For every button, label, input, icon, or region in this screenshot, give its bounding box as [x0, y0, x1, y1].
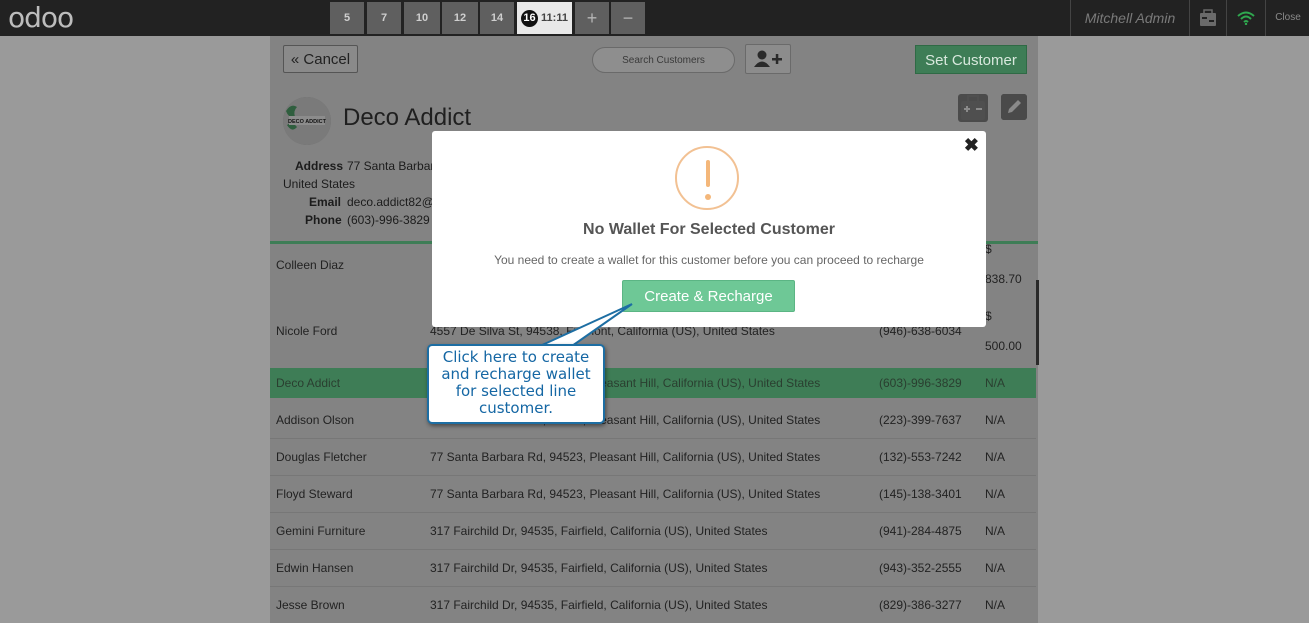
top-bar: odoo 5 7 10 12 14 16 11:11 + − Mitchell A…	[0, 0, 1309, 36]
order-tab-5[interactable]: 5	[330, 2, 364, 34]
row-divider	[270, 438, 1036, 439]
table-row[interactable]: Addison Olson 77 Santa Barbara Rd, 94523…	[270, 405, 1036, 435]
balance-currency: $	[985, 242, 992, 256]
cancel-label: Cancel	[303, 51, 351, 68]
create-recharge-button[interactable]: Create & Recharge	[622, 280, 795, 312]
customer-name: Edwin Hansen	[276, 561, 354, 575]
briefcase-icon[interactable]	[958, 94, 988, 122]
remove-order-button[interactable]: −	[611, 2, 645, 34]
customer-phone: (941)-284-4875	[879, 524, 962, 538]
email-label: Email	[309, 195, 342, 209]
email-value: deco.addict82@	[347, 195, 434, 209]
tooltip-callout: Click here to create and recharge wallet…	[427, 344, 605, 424]
phone-label: Phone	[305, 213, 342, 227]
table-row[interactable]: Jesse Brown 317 Fairchild Dr, 94535, Fai…	[270, 590, 1036, 620]
customer-balance: N/A	[985, 450, 1006, 464]
customer-balance: N/A	[985, 487, 1006, 501]
dialog-message: You need to create a wallet for this cus…	[494, 253, 924, 267]
row-divider	[270, 475, 1036, 476]
customer-phone: (603)-996-3829	[879, 376, 962, 390]
customer-name: Addison Olson	[276, 413, 355, 427]
customer-balance: N/A	[985, 413, 1006, 427]
order-tab-10[interactable]: 10	[404, 2, 440, 34]
dialog-title: No Wallet For Selected Customer	[583, 221, 835, 238]
customer-avatar: DECO ADDICT	[283, 97, 331, 145]
customer-detail-name: Deco Addict	[343, 104, 472, 131]
phone-value: (603)-996-3829	[347, 213, 430, 227]
table-row[interactable]: Douglas Fletcher 77 Santa Barbara Rd, 94…	[270, 442, 1036, 472]
customer-name: Nicole Ford	[276, 324, 338, 338]
address-value: 77 Santa Barbar	[347, 159, 435, 173]
order-tab-12[interactable]: 12	[442, 2, 478, 34]
add-customer-button[interactable]	[745, 44, 791, 74]
customer-address: 77 Santa Barbara Rd, 94523, Pleasant Hil…	[430, 450, 821, 464]
customer-name: Floyd Steward	[276, 487, 353, 501]
customer-balance: N/A	[985, 561, 1006, 575]
customer-balance: N/A	[985, 376, 1006, 390]
row-divider	[270, 549, 1036, 550]
customer-phone: (145)-138-3401	[879, 487, 962, 501]
balance-currency: $	[985, 309, 992, 323]
customer-balance: N/A	[985, 598, 1006, 612]
cancel-button[interactable]: « Cancel	[283, 45, 358, 73]
customer-phone: (829)-386-3277	[879, 598, 962, 612]
order-tab-14[interactable]: 14	[480, 2, 514, 34]
table-row[interactable]: Edwin Hansen 317 Fairchild Dr, 94535, Fa…	[270, 553, 1036, 583]
customer-name: Gemini Furniture	[276, 524, 366, 538]
table-row-selected[interactable]: Deco Addict 77 Santa Barbara Rd, 94523, …	[270, 368, 1036, 398]
customer-phone: (943)-352-2555	[879, 561, 962, 575]
list-scrollbar[interactable]	[1036, 280, 1039, 365]
table-row[interactable]: Gemini Furniture 317 Fairchild Dr, 94535…	[270, 516, 1036, 546]
user-name: Mitchell Admin	[1070, 0, 1189, 36]
row-divider	[270, 586, 1036, 587]
add-order-button[interactable]: +	[575, 2, 609, 34]
customer-address: 317 Fairchild Dr, 94535, Fairfield, Cali…	[430, 524, 768, 538]
order-tab-7[interactable]: 7	[367, 2, 401, 34]
customer-address: 317 Fairchild Dr, 94535, Fairfield, Cali…	[430, 561, 768, 575]
customer-name: Douglas Fletcher	[276, 450, 367, 464]
customer-phone: (132)-553-7242	[879, 450, 962, 464]
customer-phone: (223)-399-7637	[879, 413, 962, 427]
set-customer-button[interactable]: Set Customer	[915, 45, 1027, 74]
edit-pencil-icon[interactable]	[1001, 94, 1027, 120]
wifi-icon	[1226, 0, 1265, 36]
customer-name: Colleen Diaz	[276, 258, 345, 272]
customer-balance: 500.00	[985, 339, 1022, 353]
order-time: 11:11	[541, 12, 568, 24]
warning-icon	[675, 146, 739, 210]
customer-balance: 838.70	[985, 272, 1022, 286]
row-divider	[270, 512, 1036, 513]
table-row[interactable]: Floyd Steward 77 Santa Barbara Rd, 94523…	[270, 479, 1036, 509]
close-icon[interactable]: ✖	[964, 135, 979, 156]
order-number-badge: 16	[521, 10, 539, 27]
deco-addict-logo-text: DECO ADDICT	[288, 119, 327, 125]
search-customers-input[interactable]: Search Customers	[592, 47, 735, 73]
customer-balance: N/A	[985, 524, 1006, 538]
double-chevron-left-icon: «	[290, 51, 300, 68]
no-wallet-dialog: ✖ No Wallet For Selected Customer You ne…	[432, 131, 986, 327]
order-tab-active[interactable]: 16 11:11	[517, 2, 572, 34]
odoo-logo: odoo	[8, 1, 74, 34]
customer-address: 317 Fairchild Dr, 94535, Fairfield, Cali…	[430, 598, 768, 612]
customer-name: Deco Addict	[276, 376, 341, 390]
customer-address: 77 Santa Barbara Rd, 94523, Pleasant Hil…	[430, 487, 821, 501]
close-pos-button[interactable]: Close	[1265, 0, 1309, 36]
address-country: United States	[283, 177, 356, 191]
add-user-icon	[754, 50, 782, 67]
address-label: Address	[295, 159, 344, 173]
cashbox-icon[interactable]	[1189, 0, 1226, 36]
customer-name: Jesse Brown	[276, 598, 345, 612]
